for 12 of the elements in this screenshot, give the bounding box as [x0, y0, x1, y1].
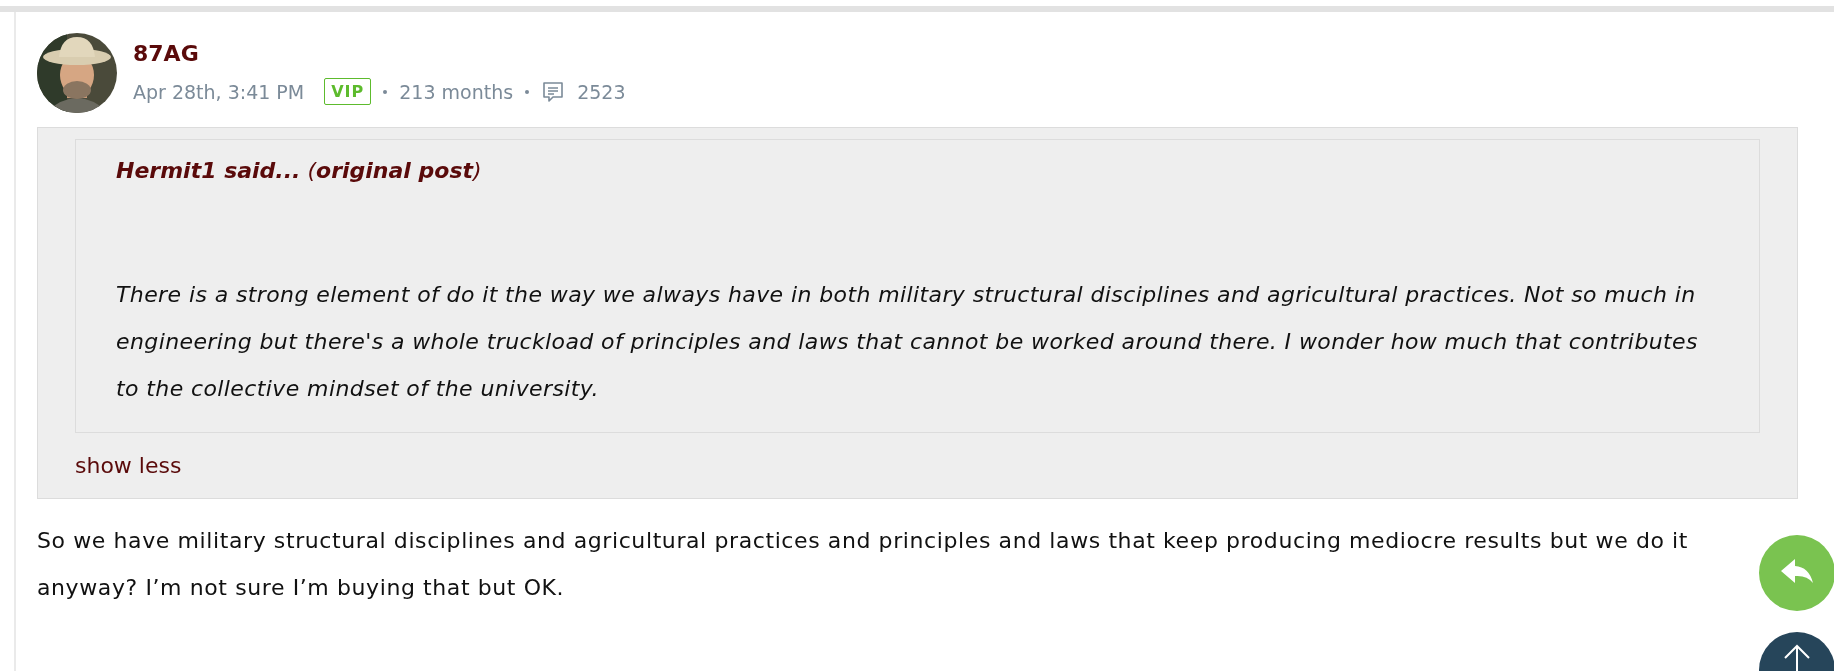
member-tenure: 213 months [399, 80, 514, 103]
post-text: So we have military structural disciplines and agricultural practices and principles and laws that keep producing mediocre results but we do it anyway? I’m not sure I’m buying that but OK. [37, 527, 1690, 602]
username-link[interactable]: 87AG [133, 41, 626, 66]
quote-attribution: Hermit1 said... (original post) [116, 158, 483, 183]
show-less-link[interactable]: show less [75, 453, 182, 478]
post-date: Apr 28th, 3:41 PM [133, 80, 305, 103]
comment-icon [541, 79, 566, 104]
post-count: 2523 [577, 80, 626, 103]
vip-badge: VIP [324, 78, 372, 105]
separator-dot [383, 89, 388, 94]
quote-text: There is a strong element of do it the way we always have in both military structural disciplines and agricultural practices. Not so much in engineering but there's a whole truckload of principles and laws that cannot be worked around there. I wonder how much that contributes to the collective mindset of the university. [116, 281, 1699, 403]
separator-dot [525, 89, 530, 94]
